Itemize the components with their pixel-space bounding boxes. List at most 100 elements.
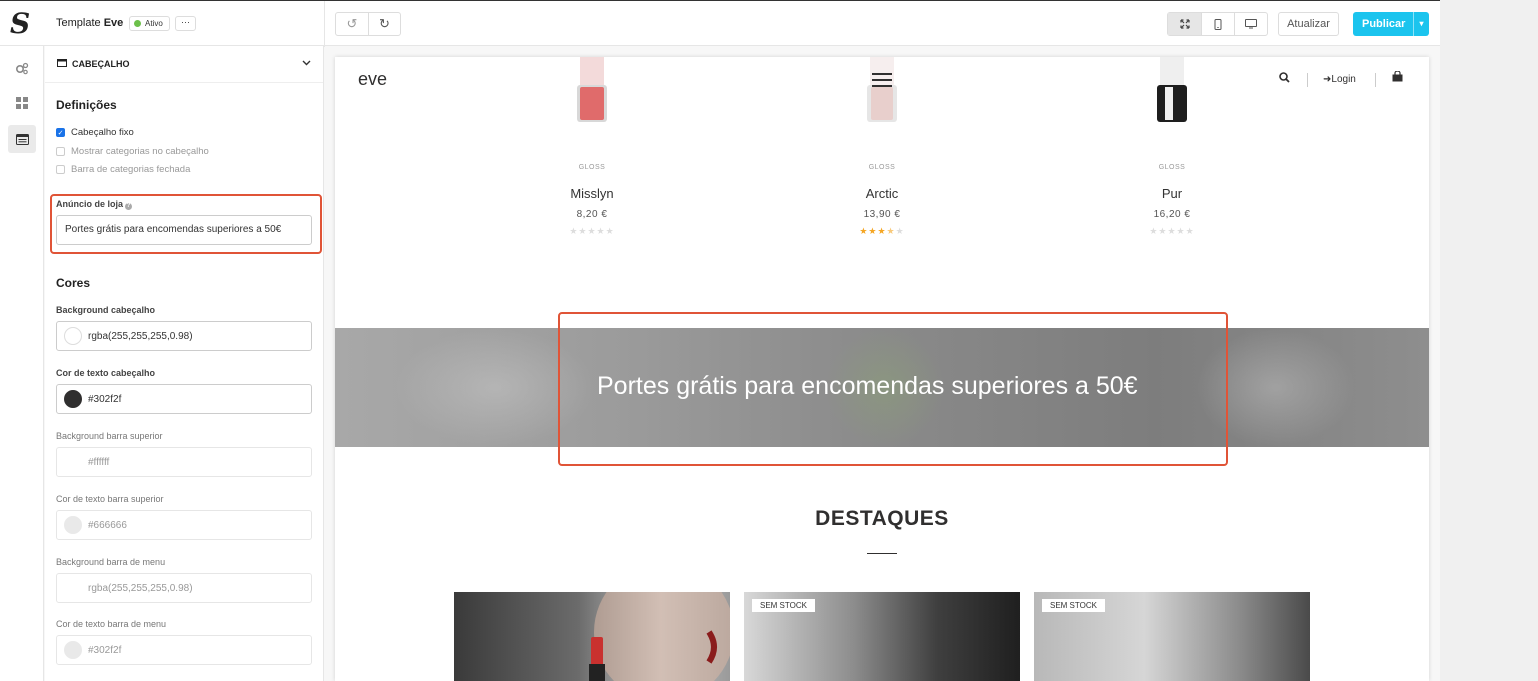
color-value: rgba(255,255,255,0.98): [88, 582, 193, 594]
mobile-icon[interactable]: [1201, 13, 1234, 35]
top-bar: S Template Eve Ativo ··· ↺ ↻ Atualizar P…: [0, 0, 1440, 47]
layout-icon[interactable]: [8, 125, 36, 153]
device-switcher: [1167, 12, 1268, 36]
chevron-down-icon[interactable]: ▾: [1413, 12, 1429, 36]
color-label: Cor de texto barra de menu: [56, 619, 167, 629]
status-label: Ativo: [145, 19, 163, 28]
featured-card[interactable]: SEM STOCK: [1034, 592, 1310, 681]
banner-highlight: [558, 312, 1228, 466]
checkbox-show-categories[interactable]: Mostrar categorias no cabeçalho: [56, 146, 209, 157]
color-label: Cor de texto barra superior: [56, 494, 164, 504]
product-category: GLOSS: [1158, 164, 1186, 171]
checkbox-label: Barra de categorias fechada: [71, 164, 191, 175]
publish-button[interactable]: Publicar ▾: [1353, 12, 1429, 36]
checkbox-label: Cabeçalho fixo: [71, 127, 134, 138]
menu-bar-text-color-field[interactable]: #302f2f: [56, 635, 312, 665]
login-label: Login: [1331, 74, 1356, 85]
section-header[interactable]: CABEÇALHO: [45, 46, 323, 83]
out-of-stock-badge: SEM STOCK: [1042, 599, 1105, 612]
divider: [1307, 73, 1308, 87]
color-swatch[interactable]: [64, 390, 82, 408]
color-swatch[interactable]: [64, 641, 82, 659]
settings-panel: CABEÇALHO Definições ✓ Cabeçalho fixo Mo…: [45, 46, 324, 681]
more-options-button[interactable]: ···: [175, 16, 196, 31]
featured-card[interactable]: [454, 592, 730, 681]
checkbox-checked-icon[interactable]: ✓: [56, 128, 65, 137]
color-label: Cor de texto cabeçalho: [56, 368, 156, 378]
gears-icon[interactable]: [8, 54, 36, 82]
color-label: Background cabeçalho: [56, 305, 156, 315]
color-swatch[interactable]: [64, 327, 82, 345]
app-logo[interactable]: S: [10, 9, 36, 39]
template-title: Template Eve: [56, 17, 123, 29]
product-price: 13,90 €: [863, 209, 901, 220]
featured-image[interactable]: [454, 592, 730, 681]
color-value: #302f2f: [88, 393, 122, 405]
title-underline: [867, 553, 897, 554]
status-badge: Ativo: [129, 16, 170, 31]
header-text-color-field[interactable]: #302f2f: [56, 384, 312, 414]
label-text: Anúncio de loja: [56, 199, 124, 209]
undo-icon[interactable]: ↺: [336, 13, 368, 35]
product-name[interactable]: Misslyn: [512, 186, 672, 201]
colors-title: Cores: [56, 276, 91, 290]
checkbox-fixed-header[interactable]: ✓ Cabeçalho fixo: [56, 127, 134, 138]
rating-stars-icon: ★★★★★: [1149, 226, 1195, 236]
store-announcement-input[interactable]: Portes grátis para encomendas superiores…: [56, 215, 312, 245]
color-label: Background barra superior: [56, 431, 163, 441]
store-logo[interactable]: eve: [358, 69, 387, 90]
search-icon[interactable]: [1279, 72, 1290, 86]
status-dot-icon: [134, 20, 141, 27]
preview-header: eve ➜Login: [335, 57, 1429, 103]
window-icon: [57, 58, 67, 70]
top-bar-background-color-field[interactable]: #ffffff: [56, 447, 312, 477]
redo-icon[interactable]: ↻: [368, 13, 400, 35]
featured-title: DESTAQUES: [815, 507, 949, 530]
checkbox-icon[interactable]: [56, 147, 65, 156]
color-value: #302f2f: [88, 644, 122, 656]
background-pattern: [1440, 0, 1538, 681]
store-announcement-label: Anúncio de loja?: [56, 199, 133, 210]
rating-stars-icon: ★★★★★: [859, 226, 905, 236]
top-bar-text-color-field[interactable]: #666666: [56, 510, 312, 540]
shopping-bag-icon[interactable]: [1392, 70, 1403, 85]
definitions-title: Definições: [56, 98, 117, 112]
color-swatch[interactable]: [64, 516, 82, 534]
desktop-icon[interactable]: [1234, 13, 1267, 35]
menu-icon[interactable]: [872, 73, 892, 87]
product-name[interactable]: Arctic: [802, 186, 962, 201]
rating-stars-icon: ★★★★★: [569, 226, 615, 236]
grid-icon[interactable]: [8, 89, 36, 117]
login-link[interactable]: ➜Login: [1323, 74, 1356, 85]
header-background-color-field[interactable]: rgba(255,255,255,0.98): [56, 321, 312, 351]
chevron-down-icon[interactable]: [302, 58, 311, 69]
icon-rail: [0, 46, 44, 681]
color-swatch[interactable]: [64, 579, 82, 597]
featured-card[interactable]: SEM STOCK: [744, 592, 1020, 681]
publish-label: Publicar: [1362, 18, 1406, 30]
product-category: GLOSS: [868, 164, 896, 171]
color-value: rgba(255,255,255,0.98): [88, 330, 193, 342]
color-label: Background barra de menu: [56, 557, 166, 567]
color-value: #666666: [88, 519, 127, 531]
help-icon[interactable]: ?: [125, 203, 133, 210]
product-name[interactable]: Pur: [1092, 186, 1252, 201]
update-button[interactable]: Atualizar: [1278, 12, 1339, 36]
menu-bar-background-color-field[interactable]: rgba(255,255,255,0.98): [56, 573, 312, 603]
divider: [324, 1, 325, 47]
color-swatch[interactable]: [64, 453, 82, 471]
checkbox-label: Mostrar categorias no cabeçalho: [71, 146, 209, 157]
store-preview: GLOSS Misslyn 8,20 € ★★★★★ GLOSS Arctic …: [335, 57, 1429, 681]
product-price: 8,20 €: [576, 209, 608, 220]
product-category: GLOSS: [578, 164, 606, 171]
section-title: CABEÇALHO: [72, 59, 130, 69]
checkbox-icon[interactable]: [56, 165, 65, 174]
checkbox-closed-categories[interactable]: Barra de categorias fechada: [56, 164, 190, 175]
product-price: 16,20 €: [1153, 209, 1191, 220]
template-name: Eve: [103, 17, 124, 29]
history-controls: ↺ ↻: [335, 12, 401, 36]
color-value: #ffffff: [88, 456, 110, 468]
fullscreen-icon[interactable]: [1168, 13, 1201, 35]
template-label: Template: [56, 17, 101, 29]
divider: [1375, 73, 1376, 87]
